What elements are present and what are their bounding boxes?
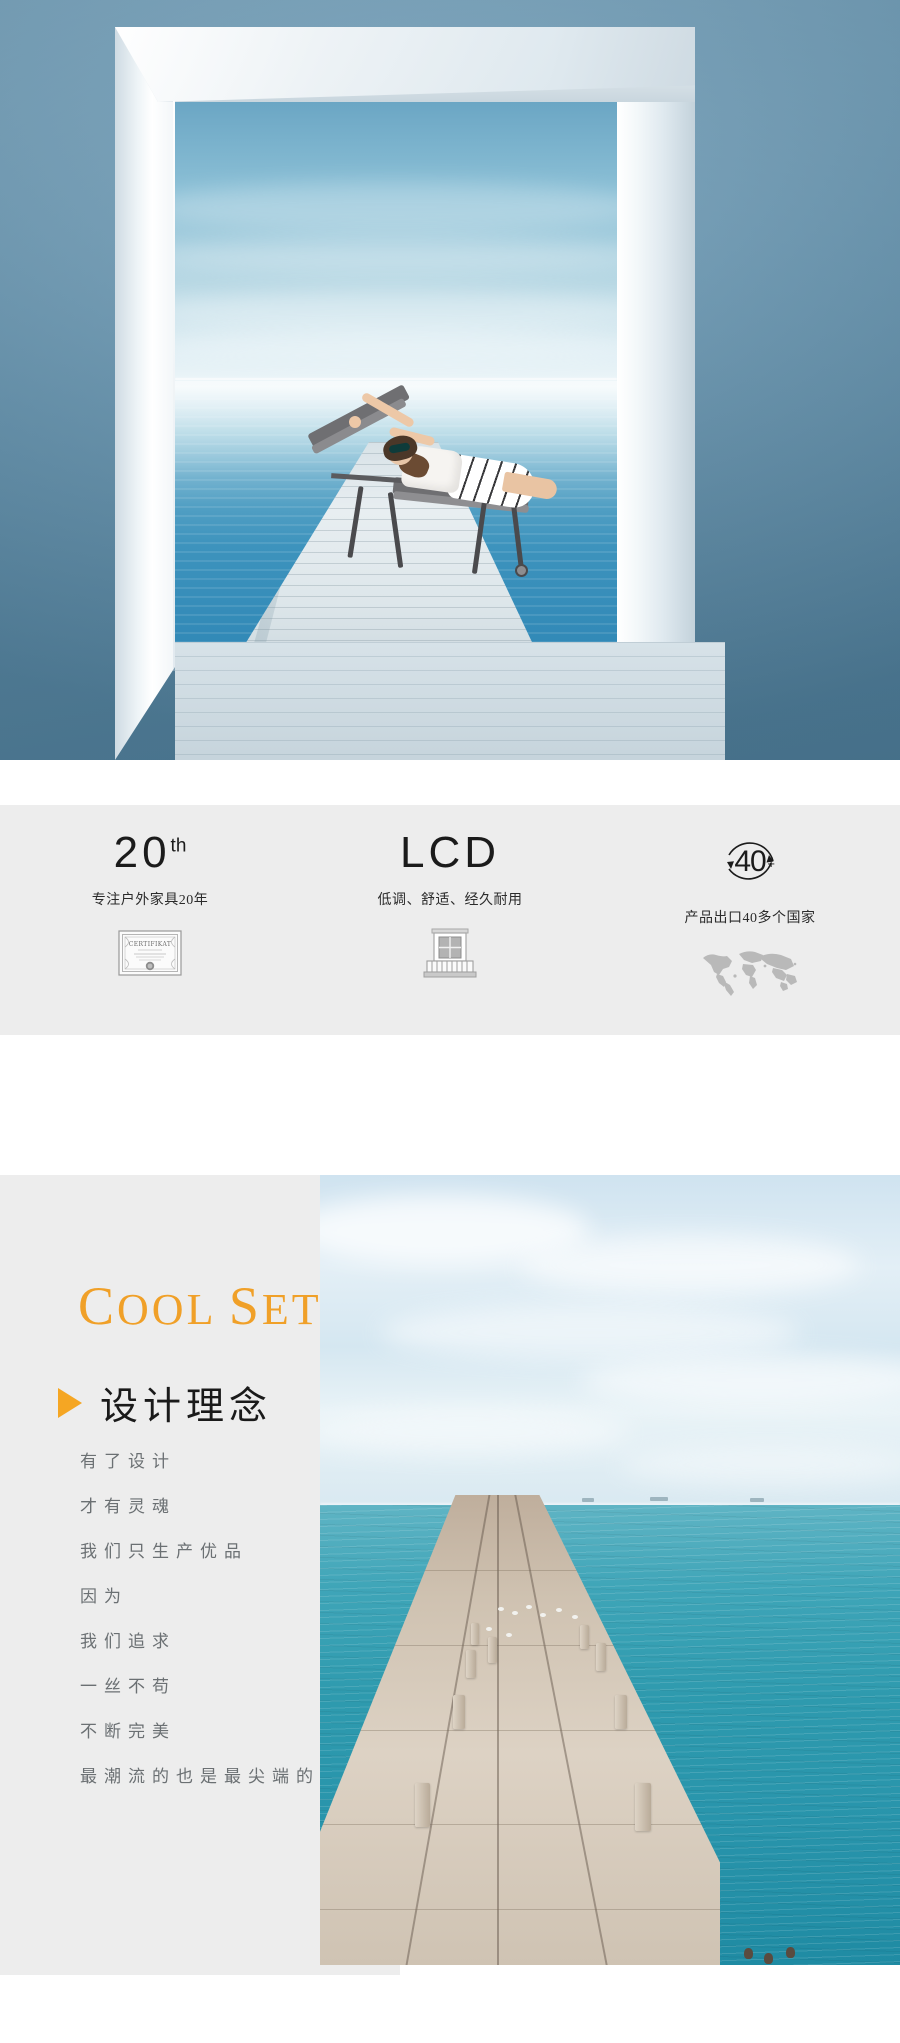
cloud-band xyxy=(175,181,617,232)
feature-headline-suffix: + xyxy=(767,856,779,871)
distant-ship xyxy=(650,1497,668,1501)
eyebrow-rest-2: ET xyxy=(261,1285,322,1334)
bollard xyxy=(615,1695,627,1729)
svg-text:CERTIFIKAT: CERTIFIKAT xyxy=(129,941,172,948)
distant-ship xyxy=(582,1498,594,1502)
pigeon xyxy=(764,1953,773,1964)
balcony-building-icon xyxy=(421,925,479,981)
philosophy-line: 不断完美 xyxy=(80,1722,176,1742)
foreground-floor xyxy=(175,642,725,760)
hero-banner xyxy=(0,0,900,760)
philosophy-line: 一丝不苟 xyxy=(80,1677,176,1697)
section-heading: 设计理念 xyxy=(58,1375,272,1430)
feature-row: 20th 专注户外家具20年 CERTIFIKAT LCD 低调、舒适、经久耐用… xyxy=(0,805,900,1035)
foreground-floor-planks xyxy=(175,642,725,760)
cloud-band xyxy=(175,290,617,335)
philosophy-line: 最潮流的也是最尖端的 xyxy=(80,1767,320,1787)
feature-headline-number: 20 xyxy=(113,828,171,877)
feature-headline-number: LCD xyxy=(399,828,501,877)
distant-ship xyxy=(750,1498,764,1502)
certificate-icon: CERTIFIKAT xyxy=(118,925,182,981)
pier-slab-line xyxy=(320,1824,720,1825)
pier-slab-line xyxy=(320,1908,720,1910)
feature-caption: 产品出口40多个国家 xyxy=(684,911,816,926)
pigeon xyxy=(744,1948,753,1959)
bollard xyxy=(635,1783,651,1831)
horizon-line xyxy=(175,377,617,380)
philosophy-line: 我们追求 xyxy=(80,1632,176,1652)
bollard xyxy=(596,1643,606,1671)
philosophy-line: 有了设计 xyxy=(80,1452,176,1472)
triangle-right-icon xyxy=(58,1387,82,1418)
feature-headline-suffix: th xyxy=(170,835,187,857)
lounger-wheel xyxy=(515,564,528,577)
philosophy-line: 因为 xyxy=(80,1587,128,1607)
design-philosophy-section: COOL SET 设计理念 有了设计 才有灵魂 我们只生产优品 因为 我们追求 … xyxy=(0,1175,900,1975)
cloud xyxy=(520,1235,860,1295)
bollard xyxy=(415,1783,430,1827)
frame-left-jamb xyxy=(115,27,175,760)
seagull xyxy=(572,1615,578,1619)
seagull xyxy=(498,1607,504,1611)
feature-item-years: 20th 专注户外家具20年 CERTIFIKAT xyxy=(0,831,300,1035)
page-title: 设计理念 xyxy=(100,1386,273,1428)
feature-headline: 40 + xyxy=(719,831,781,893)
cloud-band xyxy=(175,238,617,275)
eyebrow-initial: C xyxy=(78,1276,118,1336)
feature-caption: 专注户外家具20年 xyxy=(91,893,209,908)
seagull xyxy=(556,1608,562,1612)
bollard xyxy=(453,1695,465,1729)
seagull xyxy=(540,1613,546,1617)
philosophy-lines: 有了设计 才有灵魂 我们只生产优品 因为 我们追求 一丝不苟 不断完美 最潮流的… xyxy=(80,1447,320,1807)
eyebrow-initial-2: S xyxy=(228,1276,262,1336)
feature-headline: LCD xyxy=(400,831,500,875)
model-figure xyxy=(325,391,559,552)
pier-photo xyxy=(320,1175,900,1965)
cloud xyxy=(380,1305,800,1360)
feature-item-export: 40 + 产品出口40多个国家 xyxy=(600,831,900,1035)
seagull xyxy=(512,1611,518,1615)
cloud xyxy=(620,1445,900,1485)
bollard xyxy=(466,1650,476,1678)
seagull xyxy=(506,1633,512,1637)
philosophy-line: 才有灵魂 xyxy=(80,1497,176,1517)
bollard xyxy=(471,1623,479,1645)
section-eyebrow: COOL SET xyxy=(78,1275,322,1337)
hero-photo xyxy=(175,102,617,672)
feature-item-comfort: LCD 低调、舒适、经久耐用 xyxy=(300,831,600,1035)
philosophy-line: 我们只生产优品 xyxy=(80,1542,248,1562)
bollard xyxy=(488,1637,497,1663)
pigeon xyxy=(786,1947,795,1958)
bollard xyxy=(580,1625,589,1649)
feature-headline: 20th xyxy=(114,831,187,875)
eyebrow-rest: OOL xyxy=(117,1285,215,1334)
feature-caption: 低调、舒适、经久耐用 xyxy=(377,893,523,908)
world-map-icon xyxy=(695,943,805,999)
feature-band: 20th 专注户外家具20年 CERTIFIKAT LCD 低调、舒适、经久耐用… xyxy=(0,805,900,1035)
circular-arrows-icon: 40 + xyxy=(719,831,781,893)
feature-headline-number: 40 xyxy=(734,845,766,878)
model-hand xyxy=(349,416,361,428)
seagull xyxy=(486,1627,492,1631)
cloud-band xyxy=(175,330,617,360)
seagull xyxy=(526,1605,532,1609)
